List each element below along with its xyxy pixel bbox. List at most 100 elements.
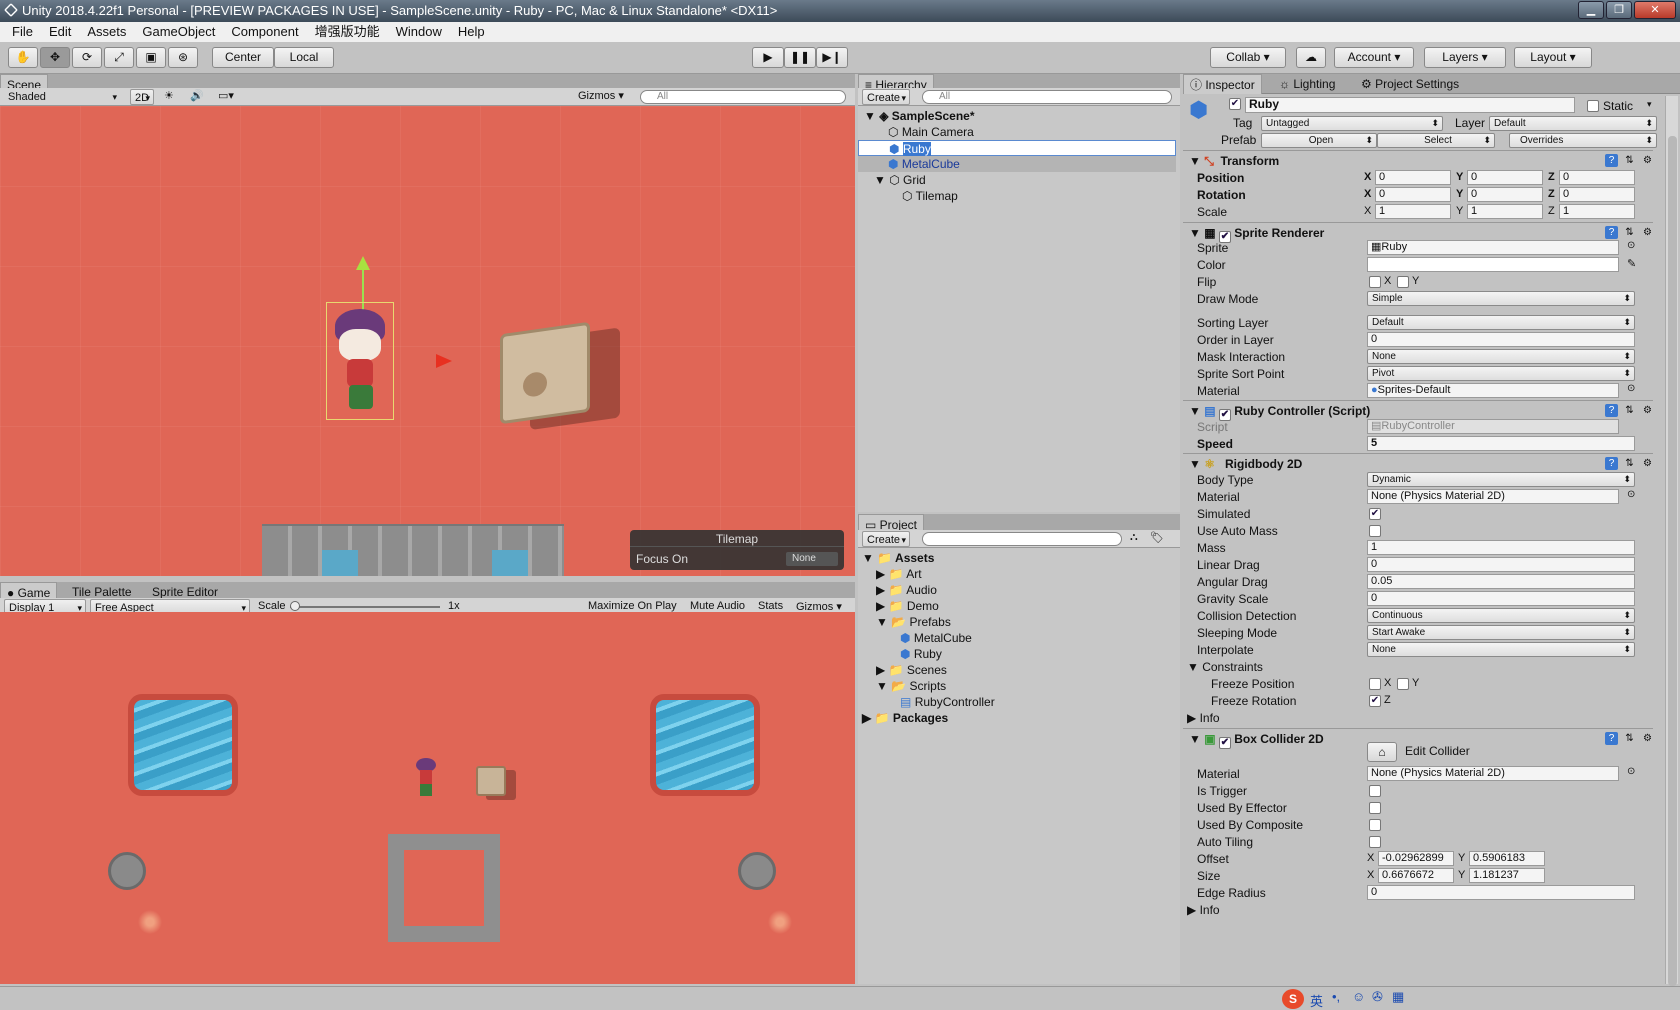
hierarchy-search-input[interactable]: All — [922, 90, 1172, 104]
audio-toggle-icon[interactable]: 🔊 — [190, 89, 204, 102]
project-folder-scripts[interactable]: ▼ 📂 Scripts — [876, 678, 946, 694]
preset-icon[interactable]: ⇅ — [1623, 732, 1636, 745]
punctuation-icon[interactable]: •, — [1332, 989, 1340, 1004]
scene-root-item[interactable]: ▼ ◈ SampleScene* — [864, 108, 975, 124]
game-view[interactable] — [0, 612, 855, 984]
scene-view[interactable]: Tilemap Focus On None — [0, 106, 855, 576]
offset-x-input[interactable]: -0.02962899 — [1378, 851, 1454, 866]
menu-component[interactable]: Component — [223, 22, 306, 42]
mass-input[interactable]: 1 — [1367, 540, 1635, 555]
layers-button[interactable]: Layers ▾ — [1424, 47, 1506, 68]
freeze-rotation-z-checkbox[interactable]: ✔ — [1369, 695, 1381, 707]
project-folder-scenes[interactable]: ▶ 📁 Scenes — [876, 662, 947, 678]
preset-icon[interactable]: ⇅ — [1623, 457, 1636, 470]
settings-gear-icon[interactable]: ⚙ — [1641, 457, 1654, 470]
play-button[interactable]: ▶ — [752, 47, 784, 68]
project-prefab-ruby[interactable]: ⬢ Ruby — [900, 646, 942, 662]
rb-info-foldout[interactable]: ▶ Info — [1187, 710, 1220, 726]
edge-radius-input[interactable]: 0 — [1367, 885, 1635, 900]
tab-inspector[interactable]: ⓘ Inspector — [1183, 74, 1262, 94]
collapse-icon[interactable]: ▼ — [1183, 226, 1201, 240]
speed-input[interactable]: 5 — [1367, 436, 1635, 451]
inspector-scrollbar[interactable] — [1665, 96, 1678, 986]
mask-interaction-dropdown[interactable]: None — [1367, 349, 1635, 364]
mute-audio-toggle[interactable]: Mute Audio — [690, 600, 745, 612]
help-icon[interactable]: ? — [1605, 404, 1618, 417]
tab-project-settings[interactable]: ⚙ Project Settings — [1355, 74, 1465, 94]
menu-enhanced[interactable]: 增强版功能 — [307, 22, 388, 42]
scene-search-input[interactable]: All — [640, 90, 846, 104]
hierarchy-item-metalcube[interactable]: ⬢ MetalCube — [858, 156, 1176, 172]
hand-tool-icon[interactable]: ✋ — [8, 47, 38, 68]
hierarchy-item-tilemap[interactable]: ⬡ Tilemap — [902, 188, 958, 204]
sr-material-field[interactable]: ●Sprites-Default — [1367, 383, 1619, 398]
ime-mode-label[interactable]: 英 — [1310, 991, 1323, 1010]
restore-button[interactable]: ❐ — [1606, 1, 1632, 19]
position-y-input[interactable]: 0 — [1467, 170, 1543, 185]
emoji-icon[interactable]: ☺ — [1352, 989, 1365, 1004]
project-folder-demo[interactable]: ▶ 📁 Demo — [876, 598, 939, 614]
sogou-ime-icon[interactable]: S — [1282, 989, 1304, 1009]
stats-toggle[interactable]: Stats — [758, 600, 783, 612]
preset-icon[interactable]: ⇅ — [1623, 226, 1636, 239]
prefab-overrides-dropdown[interactable]: Overrides — [1509, 133, 1657, 148]
project-folder-assets[interactable]: ▼ 📁 Assets — [862, 550, 934, 566]
lighting-toggle-icon[interactable]: ☀ — [164, 89, 174, 102]
move-tool-icon[interactable]: ✥ — [40, 47, 70, 68]
hierarchy-item-main-camera[interactable]: ⬡ Main Camera — [888, 124, 974, 140]
help-icon[interactable]: ? — [1605, 732, 1618, 745]
rigidbody-header[interactable]: ▼ ⚛ Rigidbody 2D — [1183, 453, 1653, 473]
bc-material-field[interactable]: None (Physics Material 2D) — [1367, 766, 1619, 781]
tag-dropdown[interactable]: Untagged — [1261, 116, 1443, 131]
used-by-composite-checkbox[interactable] — [1369, 819, 1381, 831]
settings-gear-icon[interactable]: ⚙ — [1641, 154, 1654, 167]
static-checkbox[interactable] — [1587, 100, 1599, 112]
prefab-select-button[interactable]: Select — [1377, 133, 1495, 148]
close-button[interactable]: ✕ — [1634, 1, 1676, 19]
menu-help[interactable]: Help — [450, 22, 493, 42]
preset-icon[interactable]: ⇅ — [1623, 404, 1636, 417]
object-picker-icon[interactable]: ⊙ — [1627, 489, 1635, 500]
scale-tool-icon[interactable]: ⤢ — [104, 47, 134, 68]
step-button[interactable]: ▶❙ — [816, 47, 848, 68]
flip-x-checkbox[interactable] — [1369, 276, 1381, 288]
grid-menu-icon[interactable]: ▦ — [1392, 989, 1404, 1005]
metal-cube-sprite[interactable] — [500, 321, 590, 425]
pause-button[interactable]: ❚❚ — [784, 47, 816, 68]
project-folder-art[interactable]: ▶ 📁 Art — [876, 566, 922, 582]
gizmo-y-arrow-icon[interactable] — [356, 256, 370, 270]
size-x-input[interactable]: 0.6676672 — [1378, 868, 1454, 883]
scene-gizmos-dropdown[interactable]: Gizmos ▾ — [578, 89, 624, 102]
pivot-local-button[interactable]: Local — [274, 47, 334, 68]
use-auto-mass-checkbox[interactable] — [1369, 525, 1381, 537]
ruby-controller-header[interactable]: ▼ ▤ ✔ Ruby Controller (Script) — [1183, 400, 1653, 421]
project-folder-audio[interactable]: ▶ 📁 Audio — [876, 582, 937, 598]
bc-info-foldout[interactable]: ▶ Info — [1187, 902, 1220, 918]
is-trigger-checkbox[interactable] — [1369, 785, 1381, 797]
rb-material-field[interactable]: None (Physics Material 2D) — [1367, 489, 1619, 504]
sleeping-mode-dropdown[interactable]: Start Awake — [1367, 625, 1635, 640]
filter-type-icon[interactable]: ⛬ — [1130, 531, 1138, 544]
minimize-button[interactable]: ▁ — [1578, 1, 1604, 19]
inspector-scroll-thumb[interactable] — [1668, 136, 1677, 986]
shading-mode-dropdown[interactable]: Shaded — [4, 89, 120, 105]
sprite-sort-point-dropdown[interactable]: Pivot — [1367, 366, 1635, 381]
ruby-selection-box[interactable] — [326, 302, 394, 420]
color-swatch[interactable] — [1367, 257, 1619, 272]
angular-drag-input[interactable]: 0.05 — [1367, 574, 1635, 589]
menu-assets[interactable]: Assets — [79, 22, 134, 42]
collapse-icon[interactable]: ▼ — [1183, 404, 1201, 418]
preset-icon[interactable]: ⇅ — [1623, 154, 1636, 167]
constraints-foldout[interactable]: ▼ Constraints — [1187, 659, 1263, 675]
draw-mode-dropdown[interactable]: Simple — [1367, 291, 1635, 306]
sprite-renderer-header[interactable]: ▼ ▦ ✔ Sprite Renderer — [1183, 222, 1653, 243]
freeze-position-x-checkbox[interactable] — [1369, 678, 1381, 690]
static-dropdown-icon[interactable]: ▾ — [1647, 99, 1652, 110]
collapse-icon[interactable]: ▼ — [1183, 154, 1201, 168]
focus-on-dropdown[interactable]: None — [786, 552, 838, 566]
simulated-checkbox[interactable]: ✔ — [1369, 508, 1381, 520]
toolbox-icon[interactable]: ✇ — [1372, 989, 1383, 1005]
edit-collider-button[interactable]: ⌂ — [1367, 742, 1397, 762]
linear-drag-input[interactable]: 0 — [1367, 557, 1635, 572]
effects-toggle-icon[interactable]: ▭▾ — [218, 89, 234, 102]
